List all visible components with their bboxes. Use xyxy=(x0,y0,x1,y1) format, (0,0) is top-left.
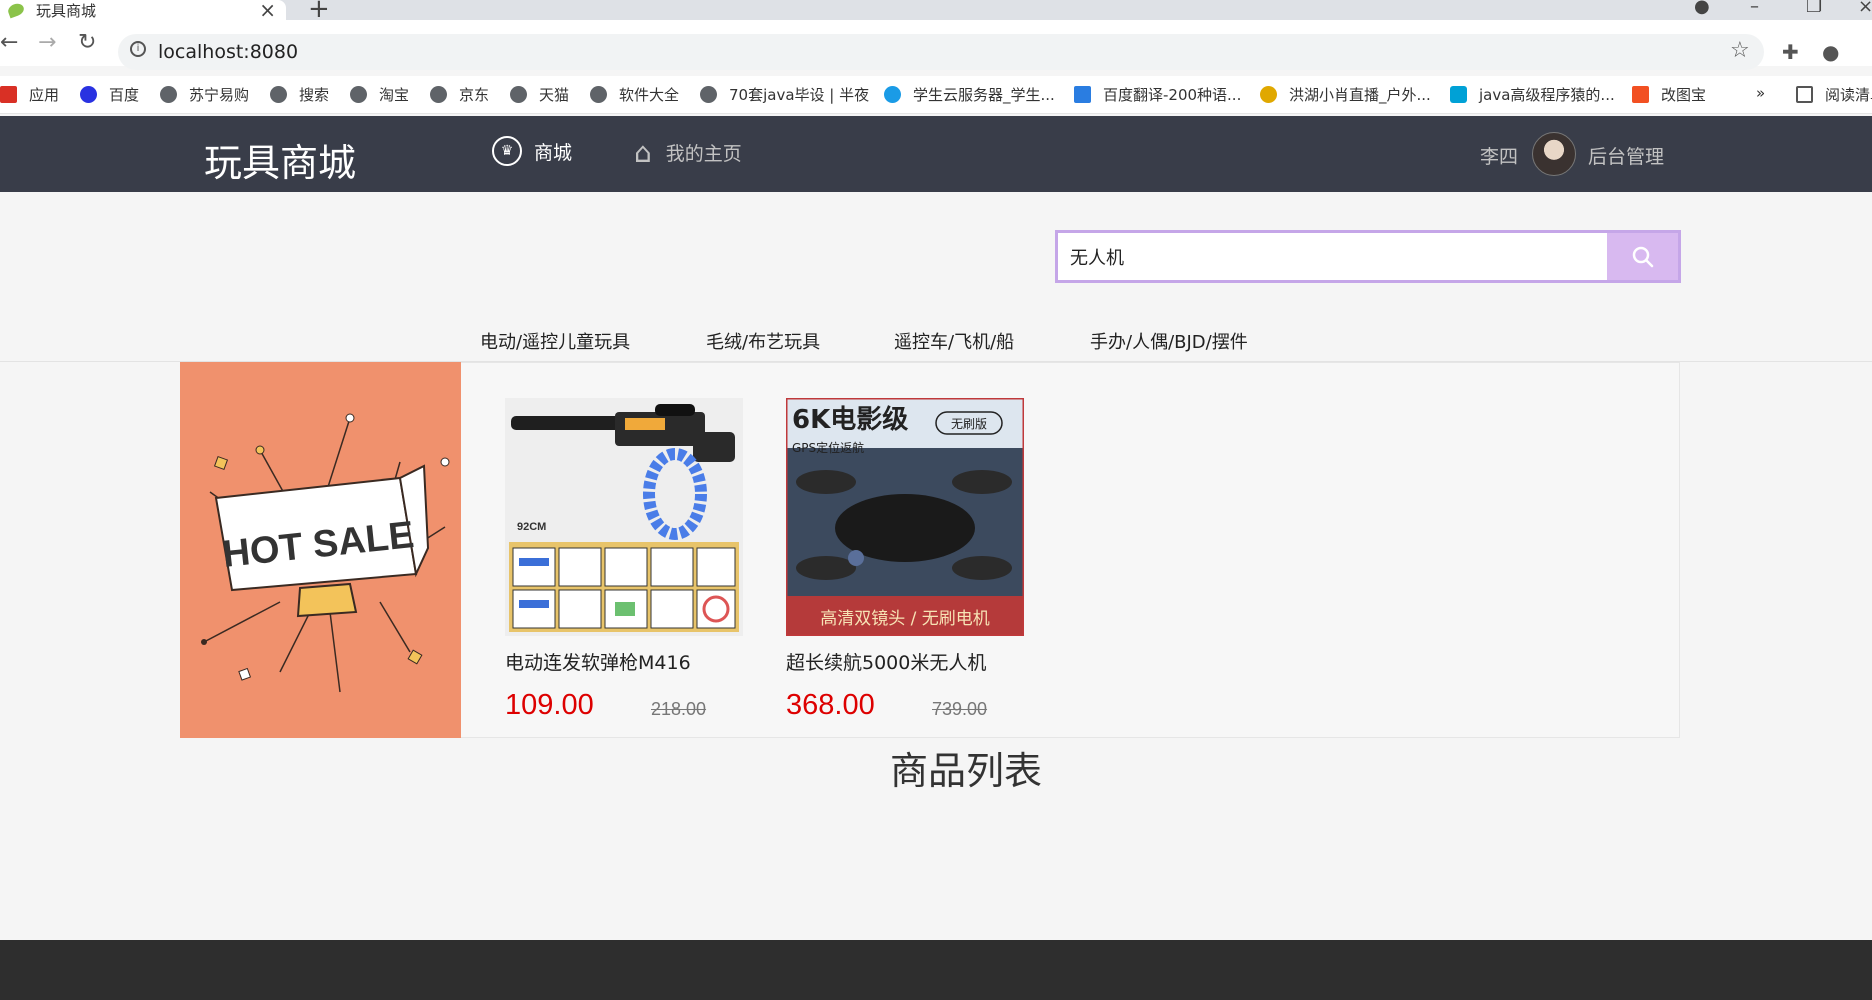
category-plush[interactable]: 毛绒/布艺玩具 xyxy=(706,328,820,354)
bookmark-tmall[interactable]: 天猫 xyxy=(510,84,569,105)
apps-grid-icon xyxy=(0,86,17,103)
bookmark-search[interactable]: 搜索 xyxy=(270,84,329,105)
nav-home-label: 我的主页 xyxy=(665,143,742,165)
close-tab-icon[interactable]: × xyxy=(259,0,276,22)
translate-icon xyxy=(1074,86,1091,103)
live-icon xyxy=(1260,86,1277,103)
product-original-price: 218.00 xyxy=(651,699,707,719)
product-card[interactable]: 6K电影级 无刷版 GPS定位返航 高清双镜头 / 无刷电机 超长续航5000米… xyxy=(786,398,1024,725)
image-title: 6K电影级 xyxy=(792,404,908,435)
hot-sale-banner[interactable]: HOT SALE xyxy=(180,362,461,738)
search-icon xyxy=(1632,246,1653,267)
bookmark-software[interactable]: 软件大全 xyxy=(590,84,679,105)
bookmarks-more[interactable]: » xyxy=(1756,84,1765,102)
bookmark-java-senior[interactable]: java高级程序猿的... xyxy=(1450,84,1615,105)
nav-mall-label: 商城 xyxy=(534,141,573,164)
admin-link[interactable]: 后台管理 xyxy=(1588,142,1664,169)
close-window-icon[interactable]: × xyxy=(1858,0,1872,17)
cloud-icon xyxy=(884,86,901,103)
globe-icon xyxy=(700,86,717,103)
bookmark-baidu[interactable]: 百度 xyxy=(80,84,139,105)
bookmarks-bar: 应用 百度 苏宁易购 搜索 淘宝 京东 天猫 软件大全 70套java毕设 | … xyxy=(0,76,1872,114)
globe-icon xyxy=(350,86,367,103)
avatar[interactable] xyxy=(1532,132,1576,176)
profile-dropdown-icon[interactable]: ● xyxy=(1694,0,1710,17)
site-logo[interactable]: 玩具商城 xyxy=(204,132,356,187)
globe-icon xyxy=(430,86,447,103)
category-figures[interactable]: 手办/人偶/BJD/摆件 xyxy=(1090,328,1248,354)
reading-list[interactable]: 阅读清单 xyxy=(1796,84,1872,105)
nav-mall[interactable]: ♛ 商城 xyxy=(492,136,572,166)
user-name[interactable]: 李四 xyxy=(1480,142,1518,169)
bookmark-student-cloud[interactable]: 学生云服务器_学生... xyxy=(884,84,1055,105)
profile-icon[interactable]: ● xyxy=(1822,40,1839,64)
globe-icon xyxy=(510,86,527,103)
restore-icon[interactable]: ❐ xyxy=(1806,0,1822,17)
minimize-icon[interactable]: – xyxy=(1750,0,1759,17)
site-header: 玩具商城 ♛ 商城 ⌂ 我的主页 李四 后台管理 xyxy=(0,116,1872,192)
bookmark-taobao[interactable]: 淘宝 xyxy=(350,84,409,105)
crown-icon: ♛ xyxy=(492,136,522,166)
bookmark-apps[interactable]: 应用 xyxy=(0,84,59,105)
gaitubao-icon xyxy=(1632,86,1649,103)
bilibili-icon xyxy=(1450,86,1467,103)
product-name[interactable]: 电动连发软弹枪M416 xyxy=(505,648,743,675)
back-icon[interactable]: ← xyxy=(0,30,18,55)
bookmark-jd[interactable]: 京东 xyxy=(430,84,489,105)
forward-icon[interactable]: → xyxy=(38,30,56,55)
reading-list-icon xyxy=(1796,86,1813,103)
category-electric-rc[interactable]: 电动/遥控儿童玩具 xyxy=(480,328,630,354)
bookmark-star-icon[interactable]: ☆ xyxy=(1730,38,1750,63)
product-card[interactable]: 92CM 电动连发软弹枪M416 109.00 218.00 xyxy=(505,398,743,725)
search-button[interactable] xyxy=(1607,233,1678,280)
bookmark-gaitubao[interactable]: 改图宝 xyxy=(1632,84,1706,105)
browser-tab[interactable]: 玩具商城 × xyxy=(0,0,286,22)
globe-icon xyxy=(590,86,607,103)
globe-icon xyxy=(270,86,287,103)
tab-title: 玩具商城 xyxy=(36,1,97,20)
product-image[interactable]: 6K电影级 无刷版 GPS定位返航 高清双镜头 / 无刷电机 xyxy=(786,398,1024,636)
product-price: 368.00 xyxy=(786,689,875,721)
search-input[interactable] xyxy=(1058,233,1602,280)
globe-icon xyxy=(160,86,177,103)
product-name[interactable]: 超长续航5000米无人机 xyxy=(786,648,1024,675)
bookmark-live[interactable]: 洪湖小肖直播_户外... xyxy=(1260,84,1431,105)
search-box xyxy=(1055,230,1681,283)
product-price: 109.00 xyxy=(505,689,594,721)
nav-my-home[interactable]: ⌂ 我的主页 xyxy=(634,136,742,169)
bookmark-baidu-translate[interactable]: 百度翻译-200种语... xyxy=(1074,84,1241,105)
hot-sale-illustration: HOT SALE xyxy=(201,413,450,693)
category-rc-vehicles[interactable]: 遥控车/飞机/船 xyxy=(894,328,1014,354)
image-sub: GPS定位返航 xyxy=(792,440,864,455)
price-row: 368.00 739.00 xyxy=(786,689,1024,725)
address-bar: ← → ↻ i localhost:8080 ☆ ✚ ● xyxy=(0,20,1872,70)
leaf-favicon-icon xyxy=(6,1,26,19)
reload-icon[interactable]: ↻ xyxy=(78,30,96,55)
home-icon: ⌂ xyxy=(634,136,652,169)
image-bottom: 高清双镜头 / 无刷电机 xyxy=(820,609,990,629)
page-footer xyxy=(0,940,1872,1000)
bookmark-suning[interactable]: 苏宁易购 xyxy=(160,84,249,105)
url-field[interactable] xyxy=(118,34,1764,70)
url-text[interactable]: localhost:8080 xyxy=(158,41,298,63)
info-icon[interactable]: i xyxy=(130,41,146,57)
browser-tabstrip: 玩具商城 × + ● – ❐ × xyxy=(0,0,1872,24)
price-row: 109.00 218.00 xyxy=(505,689,743,725)
bookmark-java-projects[interactable]: 70套java毕设 | 半夜 xyxy=(700,84,869,105)
section-title: 商品列表 xyxy=(889,749,1042,793)
product-image[interactable]: 92CM xyxy=(505,398,743,636)
extensions-icon[interactable]: ✚ xyxy=(1782,40,1799,64)
product-image-caption: 92CM xyxy=(517,521,546,533)
image-badge: 无刷版 xyxy=(951,417,987,431)
baidu-icon xyxy=(80,86,97,103)
product-original-price: 739.00 xyxy=(932,699,988,719)
category-nav: 电动/遥控儿童玩具 毛绒/布艺玩具 遥控车/飞机/船 手办/人偶/BJD/摆件 xyxy=(0,322,1872,362)
